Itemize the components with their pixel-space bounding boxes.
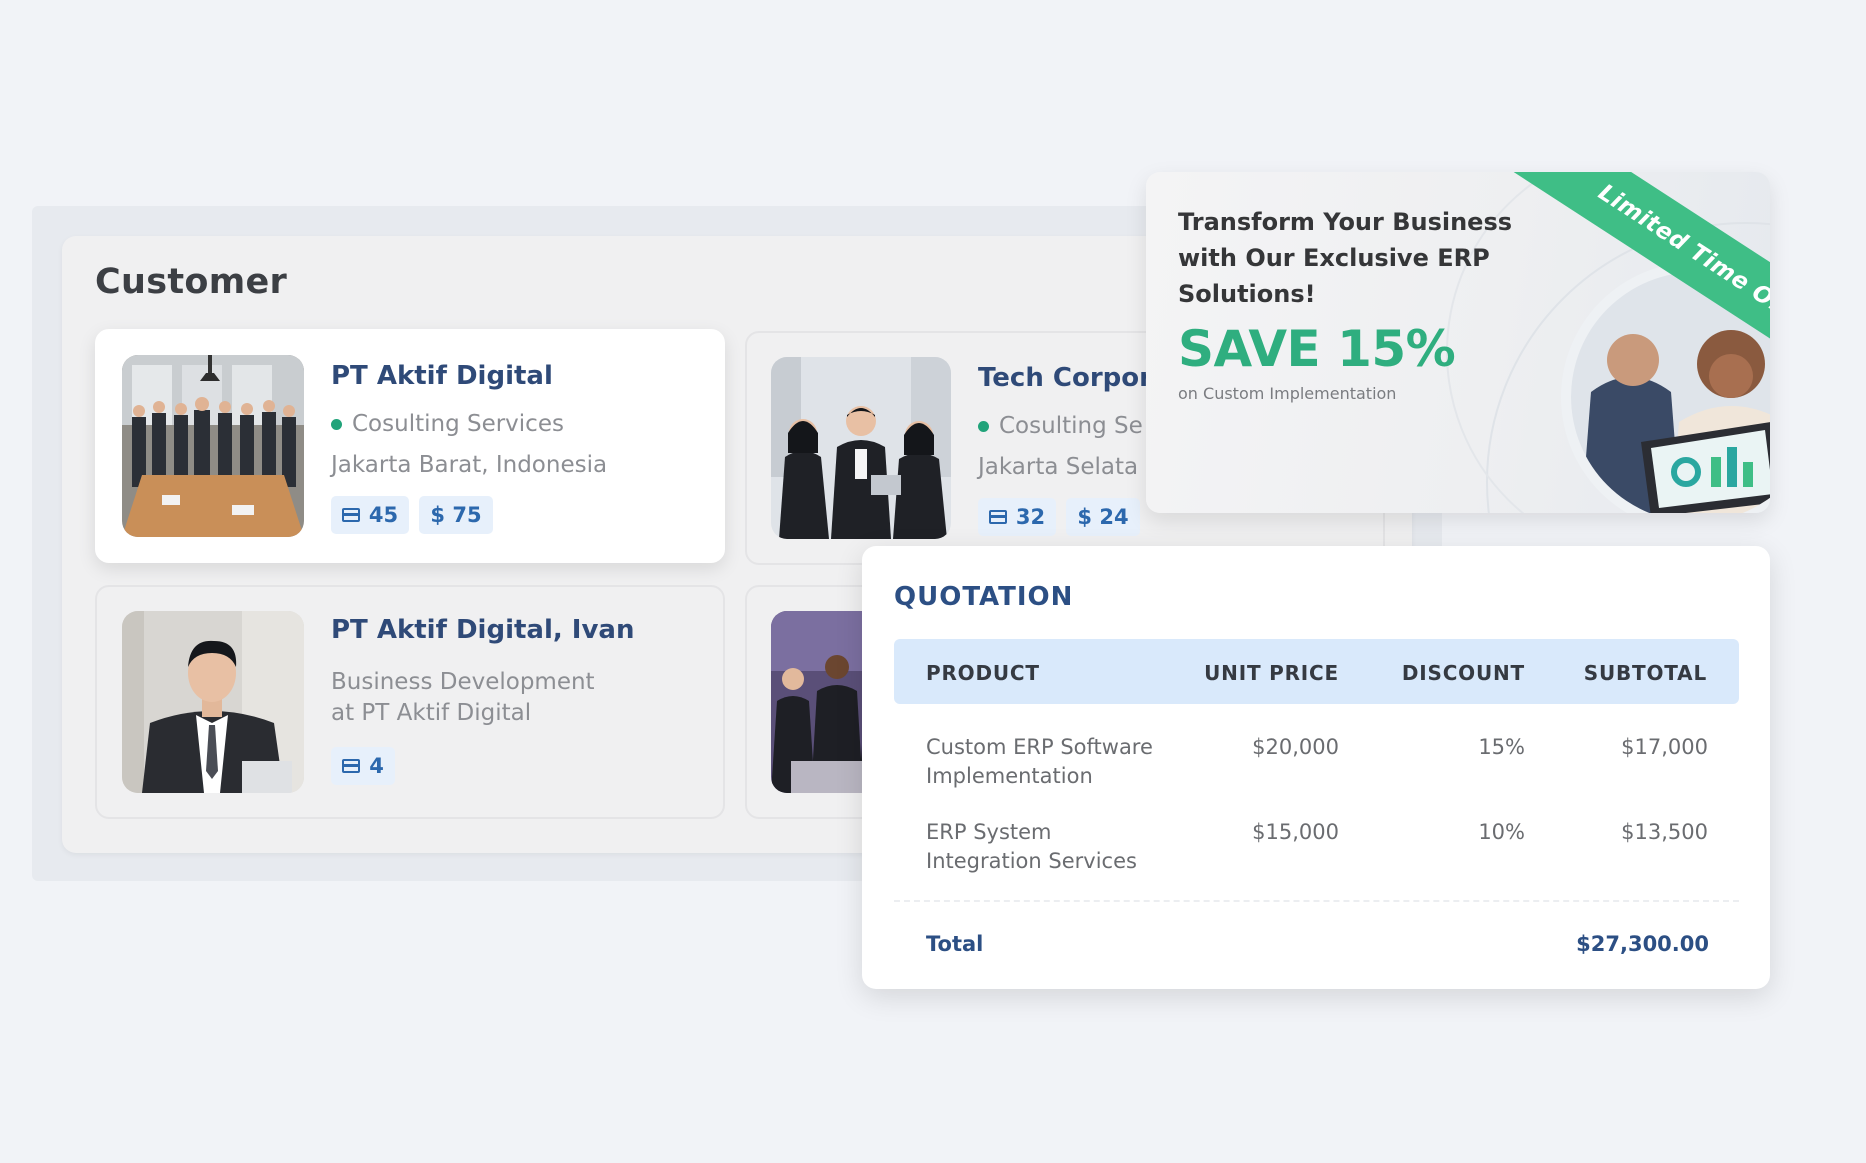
column-header-discount: DISCOUNT bbox=[1401, 661, 1525, 685]
badge-count: 4 bbox=[369, 754, 384, 778]
subtotal-cell: $17,000 bbox=[1621, 735, 1708, 759]
card-count-badge: 4 bbox=[331, 747, 395, 785]
customer-photo-business-team bbox=[771, 357, 951, 539]
product-name-line2: Integration Services bbox=[926, 849, 1137, 873]
promo-title: Transform Your Business with Our Exclusi… bbox=[1178, 208, 1513, 308]
unit-price-cell: $15,000 bbox=[1252, 820, 1339, 844]
customer-location: Jakarta Selata bbox=[978, 454, 1139, 480]
amount-badge: $ 24 bbox=[1066, 498, 1140, 536]
customer-name[interactable]: Tech Corpora bbox=[978, 363, 1170, 393]
customer-service-label: Cosulting Se bbox=[999, 413, 1143, 439]
product-name-line1: Custom ERP Software bbox=[926, 735, 1153, 759]
quotation-card: QUOTATION PRODUCT UNIT PRICE DISCOUNT SU… bbox=[862, 546, 1770, 989]
column-header-product: PRODUCT bbox=[926, 661, 1040, 685]
status-dot bbox=[978, 420, 989, 432]
promo-subtitle: on Custom Implementation bbox=[1178, 384, 1397, 403]
customer-location: Jakarta Barat, Indonesia bbox=[331, 452, 608, 478]
quotation-title: QUOTATION bbox=[894, 582, 1074, 612]
customer-photo-team-meeting bbox=[122, 355, 304, 537]
customer-card-pt-aktif-digital[interactable]: PT Aktif Digital Cosulting Services Jaka… bbox=[95, 329, 725, 563]
badge-count: 32 bbox=[1015, 505, 1046, 529]
product-cell: ERP System Integration Services bbox=[926, 818, 1137, 876]
card-count-badge: 45 bbox=[331, 496, 409, 534]
unit-price-cell: $20,000 bbox=[1252, 735, 1339, 759]
column-header-subtotal: SUBTOTAL bbox=[1583, 661, 1707, 685]
customer-service-label: Cosulting Services bbox=[352, 411, 564, 437]
customer-role-line2: at PT Aktif Digital bbox=[331, 700, 532, 726]
credit-card-icon bbox=[988, 510, 1007, 524]
divider bbox=[894, 900, 1739, 902]
product-cell: Custom ERP Software Implementation bbox=[926, 733, 1153, 791]
product-name-line2: Implementation bbox=[926, 764, 1093, 788]
credit-card-icon bbox=[341, 508, 360, 522]
customer-card-pt-aktif-digital-ivan[interactable]: PT Aktif Digital, Ivan Business Developm… bbox=[95, 585, 725, 819]
credit-card-icon bbox=[342, 759, 361, 773]
customer-service: Cosulting Services bbox=[331, 411, 564, 437]
product-name-line1: ERP System bbox=[926, 820, 1052, 844]
customer-role-line1: Business Development bbox=[331, 669, 595, 695]
card-count-badge: 32 bbox=[978, 498, 1056, 536]
customer-name[interactable]: PT Aktif Digital bbox=[331, 361, 553, 391]
customer-service: Cosulting Se bbox=[978, 413, 1143, 439]
promo-discount: SAVE 15% bbox=[1178, 320, 1456, 378]
total-value: $27,300.00 bbox=[1576, 932, 1709, 956]
quotation-table-header: PRODUCT UNIT PRICE DISCOUNT SUBTOTAL bbox=[894, 639, 1739, 704]
promo-banner[interactable]: Transform Your Business with Our Exclusi… bbox=[1146, 172, 1770, 513]
customer-name[interactable]: PT Aktif Digital, Ivan bbox=[331, 615, 634, 645]
total-label: Total bbox=[926, 932, 984, 956]
subtotal-cell: $13,500 bbox=[1621, 820, 1708, 844]
status-dot bbox=[331, 418, 342, 430]
customer-role: Business Development at PT Aktif Digital bbox=[331, 667, 595, 729]
customer-photo-businessman bbox=[122, 611, 304, 793]
column-header-unit-price: UNIT PRICE bbox=[1204, 661, 1339, 685]
amount-badge: $ 75 bbox=[419, 496, 493, 534]
discount-cell: 10% bbox=[1478, 820, 1525, 844]
customer-panel-title: Customer bbox=[95, 262, 288, 302]
badge-count: 45 bbox=[368, 503, 399, 527]
discount-cell: 15% bbox=[1478, 735, 1525, 759]
